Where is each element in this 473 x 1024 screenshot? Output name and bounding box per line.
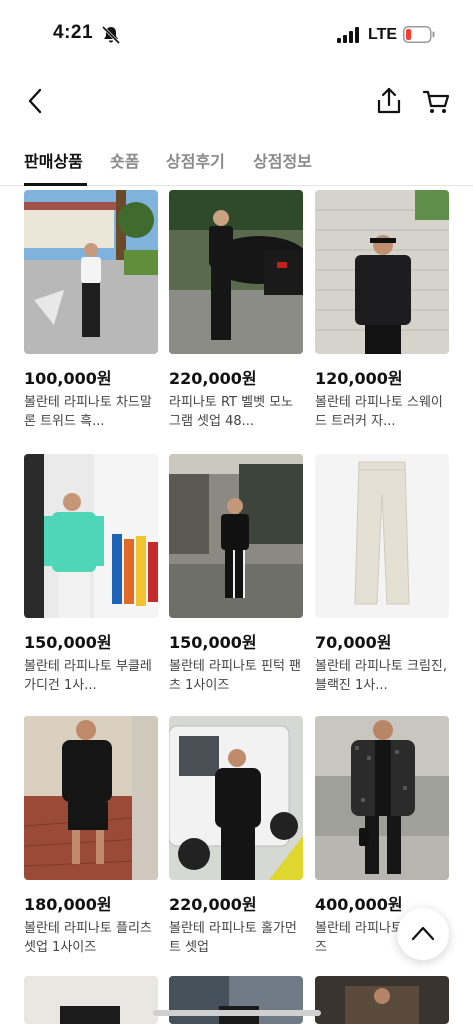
product-card[interactable]: [169, 976, 303, 1024]
product-image: [24, 190, 158, 354]
product-image: [169, 454, 303, 618]
product-price: 220,000원: [169, 369, 257, 388]
product-image: [169, 716, 303, 880]
product-title: 볼란테 라피나토 스웨이드 트러커 자...: [315, 395, 443, 429]
product-card[interactable]: 220,000원 볼란테 라피나토 홀가먼트 셋업: [169, 716, 303, 957]
product-image: [169, 976, 303, 1024]
product-image: [24, 976, 158, 1024]
product-title: 볼란테 라피나토 핀턱 팬츠 1사이즈: [169, 659, 301, 693]
product-title: 볼란테 라피나토 홀가먼트 셋업: [169, 921, 297, 955]
product-card[interactable]: 150,000원 볼란테 라피나토 부클레 가디건 1사...: [24, 454, 158, 695]
product-price: 220,000원: [169, 895, 257, 914]
product-image: [24, 716, 158, 880]
product-title: 볼란테 라피나토 플리츠 셋업 1사이즈: [24, 921, 152, 955]
product-card[interactable]: 180,000원 볼란테 라피나토 플리츠 셋업 1사이즈: [24, 716, 158, 957]
product-image: [315, 454, 449, 618]
home-indicator[interactable]: [153, 1010, 321, 1016]
tab-bar: 판매상품 숏폼 상점후기 상점정보: [0, 140, 473, 186]
tab-products[interactable]: 판매상품: [24, 148, 83, 172]
back-icon[interactable]: [24, 86, 50, 116]
battery-icon: [403, 26, 435, 43]
product-price: 120,000원: [315, 369, 403, 388]
product-image: [24, 454, 158, 618]
product-card[interactable]: [24, 976, 158, 1024]
tab-shortform[interactable]: 숏폼: [110, 148, 139, 172]
active-tab-indicator: [24, 183, 87, 186]
status-bar: 4:21 LTE: [0, 0, 473, 70]
product-image: [169, 190, 303, 354]
share-icon[interactable]: [375, 86, 403, 116]
product-image: [315, 716, 449, 880]
product-image: [315, 190, 449, 354]
scroll-to-top-button[interactable]: [397, 908, 449, 960]
product-card[interactable]: 70,000원 볼란테 라피나토 크림진,블랙진 1사...: [315, 454, 449, 695]
product-title: 라피나토 RT 벨벳 모노그램 셋업 48...: [169, 395, 294, 429]
signal-icon: [337, 27, 359, 43]
network-label: LTE: [368, 26, 398, 43]
product-title: 볼란테 라피나토 차드말론 트위드 흑...: [24, 395, 152, 429]
product-card[interactable]: [315, 976, 449, 1024]
product-card[interactable]: 120,000원 볼란테 라피나토 스웨이드 트러커 자...: [315, 190, 449, 431]
tab-reviews[interactable]: 상점후기: [166, 148, 225, 172]
product-card[interactable]: 220,000원 라피나토 RT 벨벳 모노그램 셋업 48...: [169, 190, 303, 431]
chevron-up-icon: [411, 926, 435, 941]
cart-icon[interactable]: [422, 86, 450, 116]
product-price: 150,000원: [24, 633, 112, 652]
status-time: 4:21: [53, 22, 94, 43]
product-price: 180,000원: [24, 895, 112, 914]
product-title: 볼란테 라피나토 부클레 가디건 1사...: [24, 659, 152, 693]
product-title: 볼란테 라피나토 크림진,블랙진 1사...: [315, 659, 447, 693]
tab-shop-info[interactable]: 상점정보: [253, 148, 312, 172]
bell-muted-icon: [101, 25, 121, 45]
header: [0, 78, 473, 128]
product-price: 70,000원: [315, 633, 392, 652]
product-price: 100,000원: [24, 369, 112, 388]
product-card[interactable]: 150,000원 볼란테 라피나토 핀턱 팬츠 1사이즈: [169, 454, 303, 695]
product-price: 150,000원: [169, 633, 257, 652]
product-card[interactable]: 100,000원 볼란테 라피나토 차드말론 트위드 흑...: [24, 190, 158, 431]
product-image: [315, 976, 449, 1024]
